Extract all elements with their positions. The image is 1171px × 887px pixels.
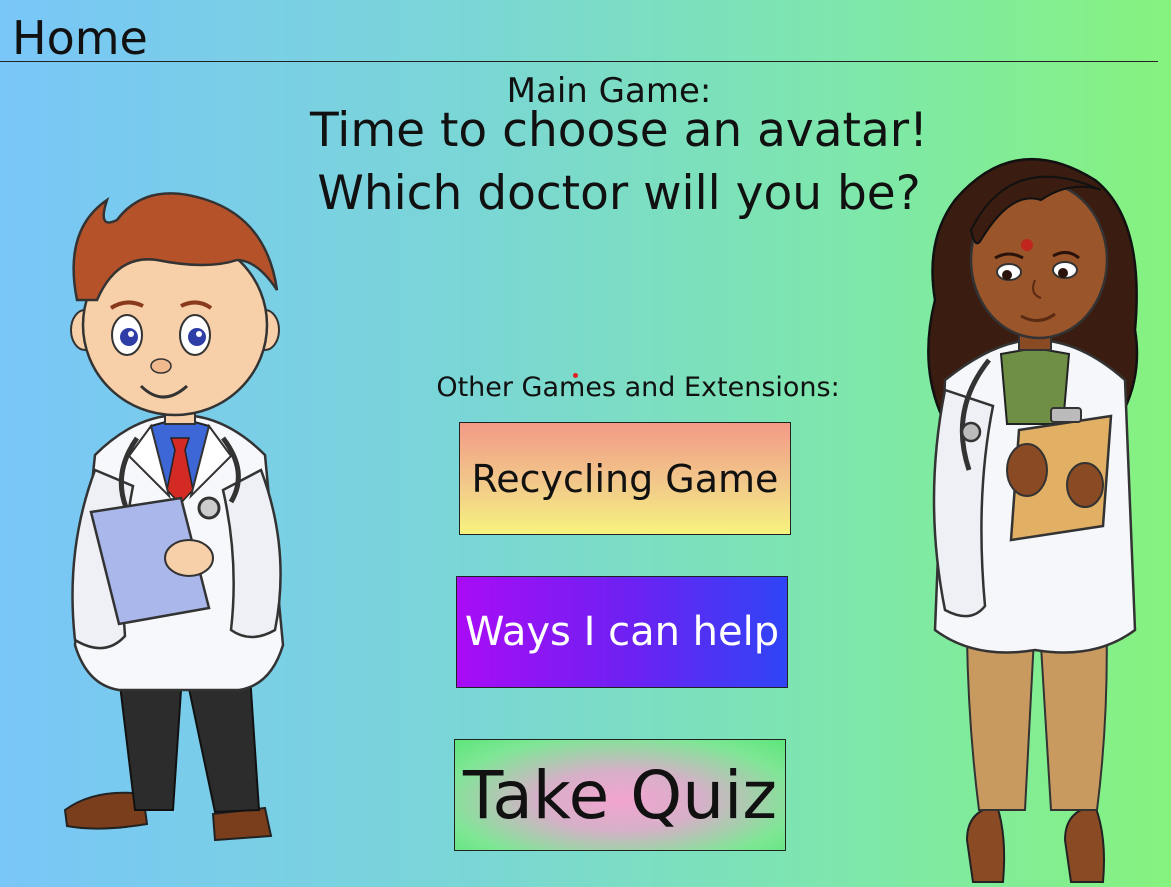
page-title: Home bbox=[12, 11, 148, 65]
male-doctor-icon bbox=[63, 192, 285, 842]
female-doctor-avatar[interactable] bbox=[915, 140, 1150, 883]
take-quiz-button[interactable]: Take Quiz bbox=[454, 739, 786, 851]
recycling-game-button[interactable]: Recycling Game bbox=[459, 422, 791, 535]
cursor-dot bbox=[573, 373, 578, 378]
ways-i-can-help-button[interactable]: Ways I can help bbox=[456, 576, 788, 688]
female-doctor-icon bbox=[927, 157, 1139, 883]
header-divider bbox=[0, 61, 1158, 62]
male-doctor-avatar[interactable] bbox=[55, 190, 295, 855]
